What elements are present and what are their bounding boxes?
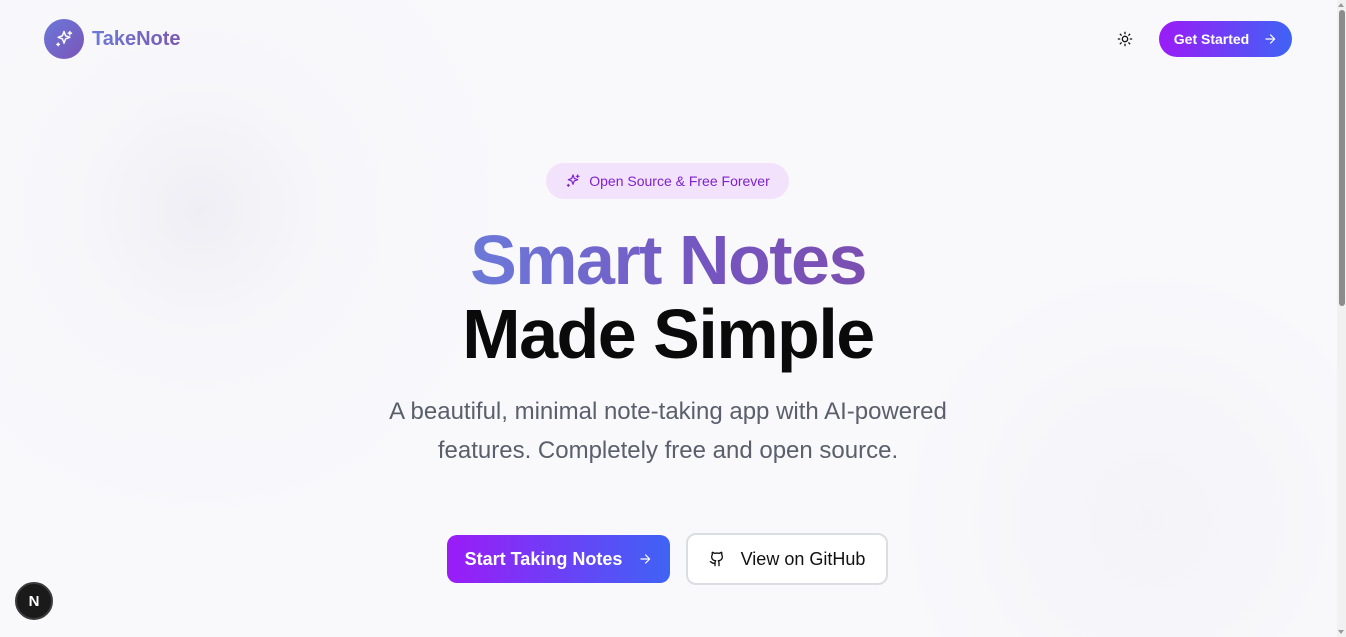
view-on-github-button[interactable]: View on GitHub	[686, 533, 888, 585]
hero-title-line1: Smart Notes	[0, 220, 1336, 300]
sparkles-icon	[44, 19, 84, 59]
arrow-right-icon	[640, 554, 651, 564]
scrollbar-thumb[interactable]	[1339, 10, 1345, 306]
view-on-github-label: View on GitHub	[740, 548, 866, 569]
github-icon	[709, 551, 723, 567]
start-taking-notes-label: Start Taking Notes	[464, 548, 623, 569]
logo-text: TakeNote	[92, 27, 181, 50]
theme-toggle-button[interactable]	[1113, 27, 1137, 51]
logo-link[interactable]: TakeNote	[44, 19, 181, 59]
open-source-badge: Open Source & Free Forever	[546, 163, 789, 199]
get-started-button[interactable]: Get Started	[1159, 21, 1292, 57]
nextjs-dev-badge[interactable]: N	[15, 582, 53, 620]
scroll-down-arrow-icon[interactable]	[1338, 630, 1344, 634]
get-started-label: Get Started	[1173, 31, 1250, 47]
landing-page: TakeNote Get Started Open Source & Free …	[0, 0, 1346, 637]
start-taking-notes-button[interactable]: Start Taking Notes	[447, 535, 670, 583]
hero-title-gradient-text: Smart Notes	[470, 221, 867, 299]
page-scrollbar[interactable]	[1337, 0, 1346, 637]
arrow-right-icon	[1265, 34, 1276, 44]
hero-subtitle: A beautiful, minimal note-taking app wit…	[389, 398, 947, 464]
sparkles-icon	[566, 174, 580, 187]
scroll-up-arrow-icon[interactable]	[1338, 3, 1344, 7]
badge-text: Open Source & Free Forever	[589, 173, 770, 189]
sun-icon	[1117, 31, 1133, 47]
hero-title-line2: Made Simple	[462, 295, 875, 373]
